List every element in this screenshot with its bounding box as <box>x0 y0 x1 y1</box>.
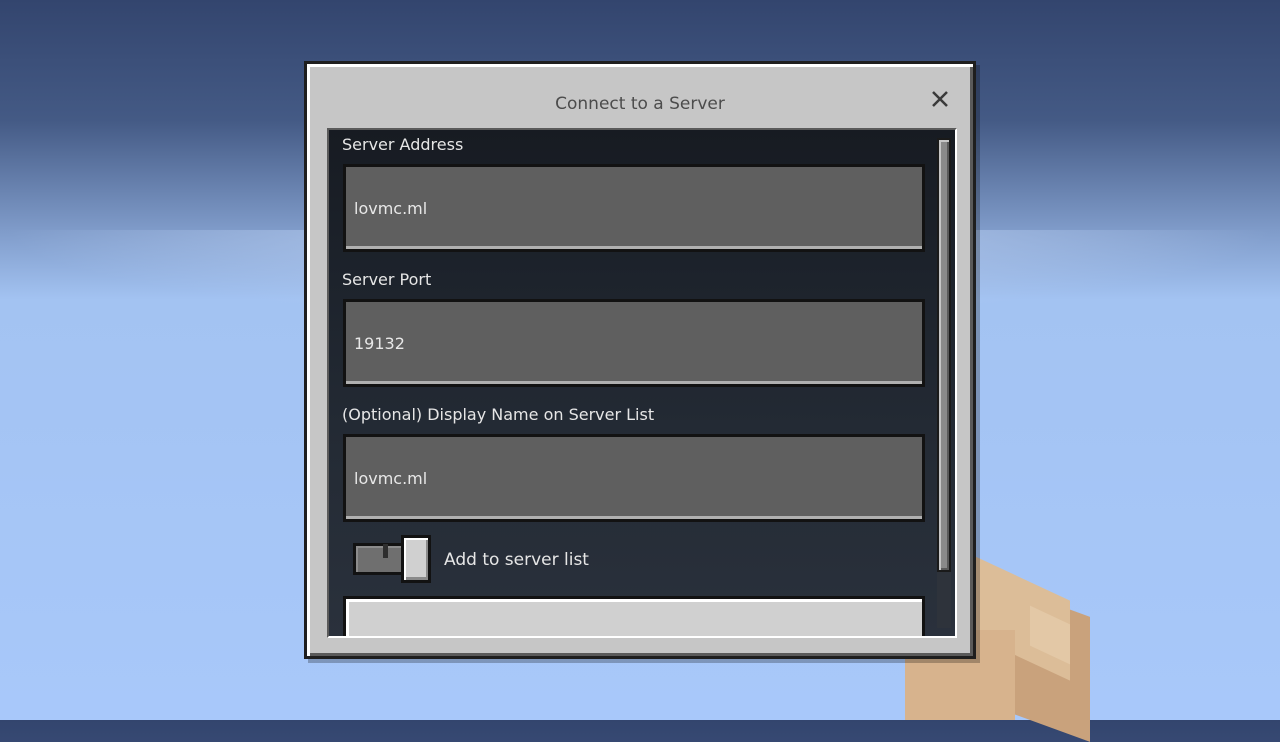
server-address-input[interactable] <box>352 197 922 219</box>
server-port-field[interactable] <box>343 299 925 387</box>
server-port-input[interactable] <box>352 332 922 354</box>
play-button[interactable] <box>343 596 925 636</box>
server-address-field[interactable] <box>343 164 925 252</box>
toggle-notch <box>383 544 388 558</box>
display-name-label: (Optional) Display Name on Server List <box>342 405 655 424</box>
display-name-field[interactable] <box>343 434 925 522</box>
add-to-server-list-label: Add to server list <box>444 550 589 570</box>
connect-server-dialog: Connect to a Server Server Address Serve… <box>304 61 976 659</box>
scrollbar-thumb[interactable] <box>937 138 951 572</box>
display-name-input[interactable] <box>352 467 922 489</box>
server-port-label: Server Port <box>342 270 432 289</box>
form-panel: Server Address Server Port (Optional) Di… <box>327 128 957 638</box>
scrollbar-track[interactable] <box>937 138 951 628</box>
close-button[interactable] <box>929 88 951 110</box>
server-address-label: Server Address <box>342 135 464 154</box>
add-to-server-list-toggle[interactable] <box>353 535 433 583</box>
dialog-title: Connect to a Server <box>555 94 725 114</box>
close-icon <box>932 91 948 107</box>
toggle-knob[interactable] <box>401 535 431 583</box>
toggle-track <box>353 543 407 575</box>
